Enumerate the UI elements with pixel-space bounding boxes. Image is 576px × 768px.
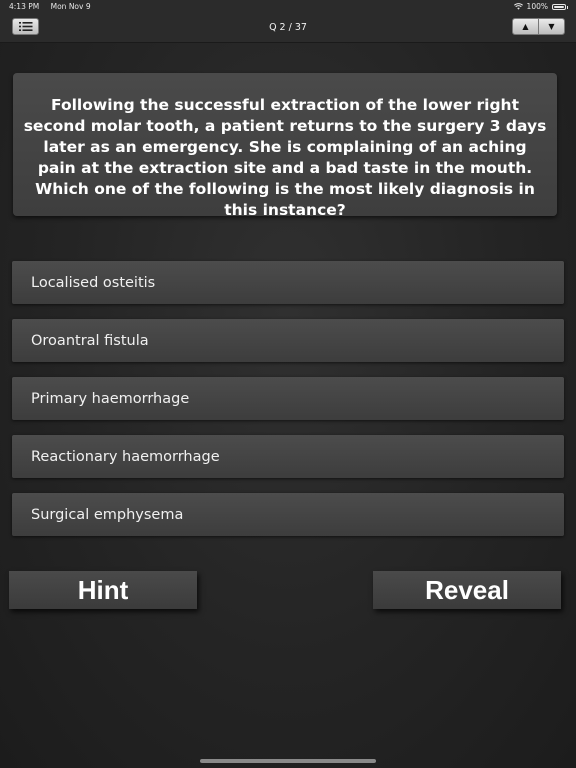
answer-label: Surgical emphysema [31, 506, 184, 523]
answer-option[interactable]: Oroantral fistula [12, 319, 564, 362]
answer-label: Reactionary haemorrhage [31, 448, 220, 465]
hint-button[interactable]: Hint [9, 571, 197, 609]
answer-option[interactable]: Reactionary haemorrhage [12, 435, 564, 478]
question-text: Following the successful extraction of t… [23, 96, 547, 219]
status-left: 4:13 PM Mon Nov 9 [9, 2, 100, 11]
wifi-icon [513, 3, 523, 10]
nav-bar: Q 2 / 37 ▲ ▼ [0, 14, 576, 43]
answer-label: Primary haemorrhage [31, 390, 190, 407]
answer-option[interactable]: Primary haemorrhage [12, 377, 564, 420]
status-right: 100% [513, 2, 568, 11]
reveal-button[interactable]: Reveal [373, 571, 561, 609]
arrow-up-icon: ▲ [522, 22, 529, 31]
battery-percent: 100% [526, 2, 548, 11]
arrow-down-icon: ▼ [548, 22, 555, 31]
status-date: Mon Nov 9 [50, 2, 91, 11]
battery-icon [552, 3, 568, 10]
home-indicator [200, 759, 376, 763]
status-time: 4:13 PM [9, 2, 40, 11]
answer-option[interactable]: Surgical emphysema [12, 493, 564, 536]
status-bar: 4:13 PM Mon Nov 9 100% [0, 0, 576, 14]
previous-question-button[interactable]: ▲ [513, 19, 538, 34]
answer-label: Oroantral fistula [31, 332, 149, 349]
question-counter: Q 2 / 37 [269, 22, 307, 33]
answer-label: Localised osteitis [31, 274, 156, 291]
answer-option[interactable]: Localised osteitis [12, 261, 564, 304]
answer-list: Localised osteitis Oroantral fistula Pri… [12, 261, 564, 551]
next-question-button[interactable]: ▼ [538, 19, 564, 34]
question-navigation: ▲ ▼ [512, 18, 565, 35]
question-card: Following the successful extraction of t… [13, 73, 557, 219]
